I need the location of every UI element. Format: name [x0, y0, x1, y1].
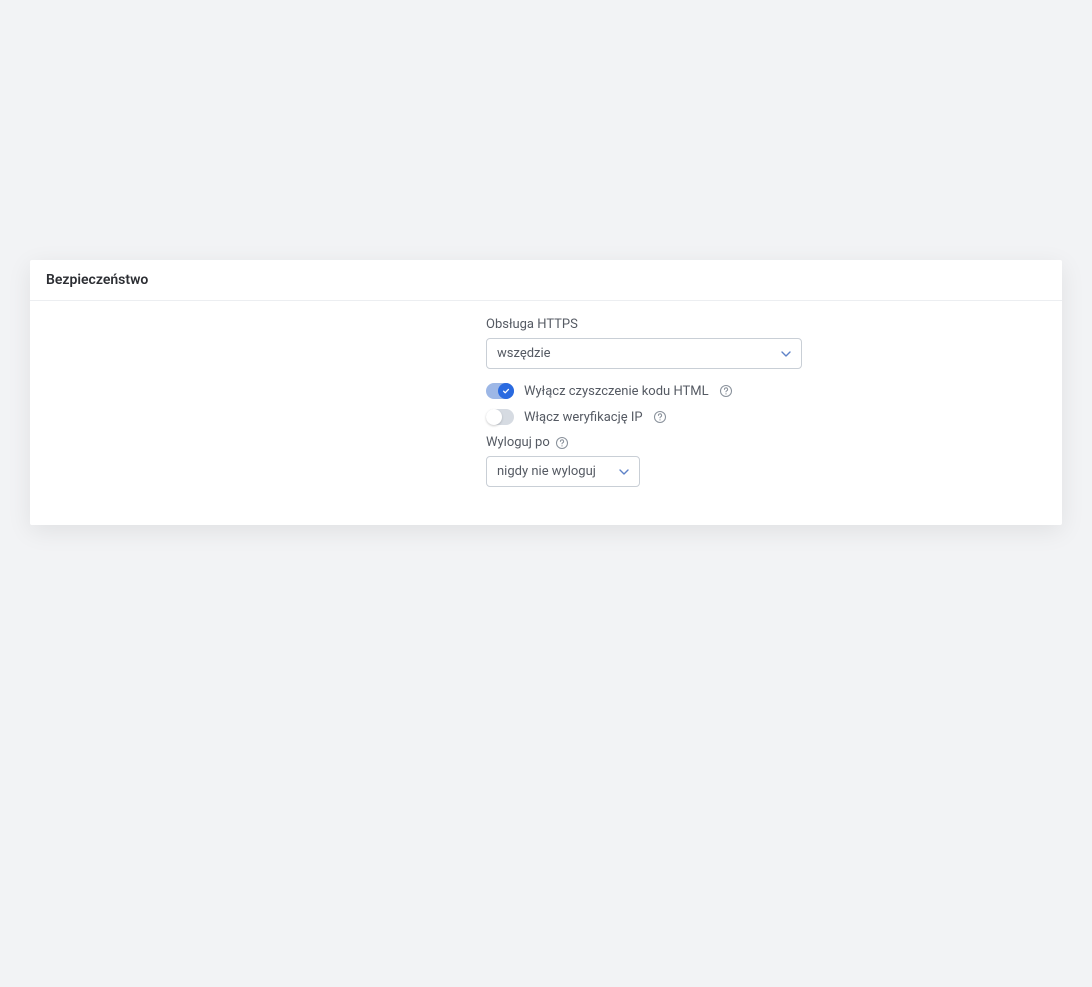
logout-select-value: nigdy nie wyloguj [497, 464, 596, 479]
ip-verification-toggle[interactable] [486, 409, 514, 425]
logout-label: Wyloguj po [486, 435, 550, 450]
logout-select-wrap: nigdy nie wyloguj [486, 456, 640, 487]
ip-verification-label: Włącz weryfikację IP [524, 410, 643, 425]
https-label: Obsługa HTTPS [486, 317, 1046, 332]
panel-body: Obsługa HTTPS wszędzie Wyłącz czyszczeni… [30, 301, 1062, 525]
disable-html-clean-toggle[interactable] [486, 383, 514, 399]
disable-html-clean-label: Wyłącz czyszczenie kodu HTML [524, 384, 709, 399]
help-icon[interactable] [719, 384, 733, 398]
right-column: Obsługa HTTPS wszędzie Wyłącz czyszczeni… [486, 317, 1046, 501]
panel-header: Bezpieczeństwo [30, 260, 1062, 301]
chevron-down-icon [619, 469, 629, 475]
logout-select[interactable]: nigdy nie wyloguj [486, 456, 640, 487]
https-select[interactable]: wszędzie [486, 338, 802, 369]
help-icon[interactable] [653, 410, 667, 424]
https-select-value: wszędzie [497, 346, 551, 361]
toggle-knob [498, 383, 514, 399]
chevron-down-icon [781, 351, 791, 357]
toggle-knob [486, 409, 502, 425]
help-icon[interactable] [555, 436, 569, 450]
logout-label-row: Wyloguj po [486, 435, 1046, 450]
panel-title: Bezpieczeństwo [46, 272, 1046, 288]
https-select-wrap: wszędzie [486, 338, 802, 369]
logout-block: Wyloguj po nigdy nie wyloguj [486, 435, 1046, 487]
security-panel: Bezpieczeństwo Obsługa HTTPS wszędzie [30, 260, 1062, 525]
left-column [46, 317, 486, 501]
disable-html-clean-row: Wyłącz czyszczenie kodu HTML [486, 383, 1046, 399]
ip-verification-row: Włącz weryfikację IP [486, 409, 1046, 425]
